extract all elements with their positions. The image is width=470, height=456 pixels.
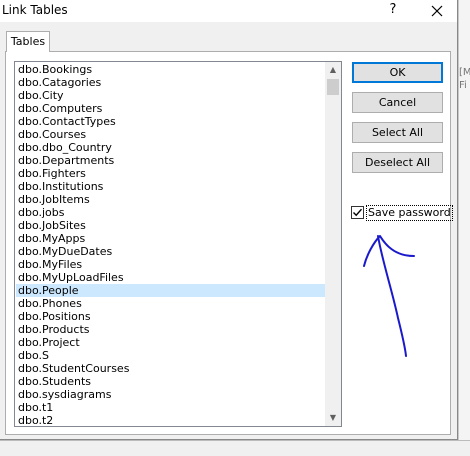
- list-item[interactable]: dbo.MyUpLoadFiles: [16, 271, 325, 284]
- list-item[interactable]: dbo.t1: [16, 401, 325, 414]
- list-item[interactable]: dbo.Departments: [16, 154, 325, 167]
- link-tables-dialog: Link Tables ? Tables dbo.Bookings dbo.Cat…: [0, 0, 458, 440]
- list-item[interactable]: dbo.JobItems: [16, 193, 325, 206]
- save-password-label: Save password: [366, 205, 453, 221]
- cancel-button[interactable]: Cancel: [352, 92, 443, 113]
- list-item[interactable]: dbo.Project: [16, 336, 325, 349]
- checkmark-icon: [353, 208, 363, 217]
- list-item[interactable]: dbo.jobs: [16, 206, 325, 219]
- list-item[interactable]: dbo.City: [16, 89, 325, 102]
- list-item[interactable]: dbo.MyApps: [16, 232, 325, 245]
- list-item[interactable]: dbo.MyDueDates: [16, 245, 325, 258]
- list-item[interactable]: dbo.ContactTypes: [16, 115, 325, 128]
- scroll-up-icon[interactable]: ▲: [325, 62, 341, 78]
- help-button[interactable]: ?: [386, 1, 400, 19]
- vertical-scrollbar[interactable]: ▲ ▼: [325, 62, 341, 426]
- list-item[interactable]: dbo.Bookings: [16, 63, 325, 76]
- list-item[interactable]: dbo.Positions: [16, 310, 325, 323]
- deselect-all-button[interactable]: Deselect All: [352, 152, 443, 173]
- tables-list: dbo.Bookings dbo.Catagories dbo.City dbo.Co…: [16, 63, 325, 426]
- ok-button[interactable]: OK: [352, 62, 443, 83]
- list-item[interactable]: dbo.sysdiagrams: [16, 388, 325, 401]
- scroll-thumb[interactable]: [327, 79, 339, 95]
- list-item[interactable]: dbo.t2: [16, 414, 325, 426]
- tab-tables[interactable]: Tables: [6, 31, 50, 52]
- list-item[interactable]: dbo.JobSites: [16, 219, 325, 232]
- tables-listbox[interactable]: dbo.Bookings dbo.Catagories dbo.City dbo.Co…: [14, 61, 342, 427]
- list-item[interactable]: dbo.MyFiles: [16, 258, 325, 271]
- background-window-strip: [0, 440, 470, 456]
- scroll-down-icon[interactable]: ▼: [325, 410, 341, 426]
- background-window-text: [M Fi: [459, 67, 470, 91]
- close-icon[interactable]: [428, 2, 446, 20]
- list-item[interactable]: dbo.StudentCourses: [16, 362, 325, 375]
- select-all-button[interactable]: Select All: [352, 122, 443, 143]
- title-bar: Link Tables ?: [0, 0, 457, 22]
- list-item[interactable]: dbo.People: [16, 284, 325, 297]
- list-item[interactable]: dbo.Catagories: [16, 76, 325, 89]
- list-item[interactable]: dbo.Courses: [16, 128, 325, 141]
- list-item[interactable]: dbo.Institutions: [16, 180, 325, 193]
- list-item[interactable]: dbo.Phones: [16, 297, 325, 310]
- list-item[interactable]: dbo.Products: [16, 323, 325, 336]
- list-item[interactable]: dbo.Computers: [16, 102, 325, 115]
- dialog-title: Link Tables: [2, 3, 68, 17]
- hand-drawn-arrow-annotation: [363, 235, 415, 357]
- list-item[interactable]: dbo.Students: [16, 375, 325, 388]
- list-item[interactable]: dbo.Fighters: [16, 167, 325, 180]
- list-item[interactable]: dbo.S: [16, 349, 325, 362]
- list-item[interactable]: dbo.dbo_Country: [16, 141, 325, 154]
- checkbox-box[interactable]: [351, 206, 364, 219]
